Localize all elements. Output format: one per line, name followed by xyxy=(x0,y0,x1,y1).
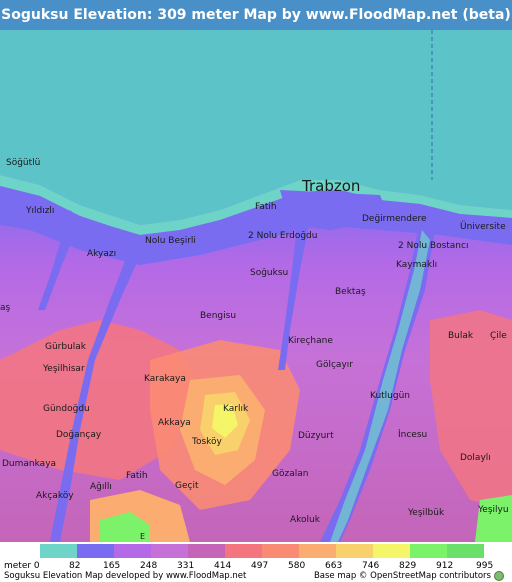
place-label-akcakoy: Akçaköy xyxy=(36,491,74,501)
legend-tick: 82 xyxy=(69,561,81,571)
place-label-gundogdu: Gündoğdu xyxy=(43,404,90,414)
legend-tick: 580 xyxy=(288,561,306,571)
legend-swatch-7 xyxy=(262,544,299,558)
place-label-kirechane: Kireçhane xyxy=(288,336,333,346)
legend-tick: 414 xyxy=(214,561,232,571)
legend-tick: 746 xyxy=(362,561,380,571)
place-label-fatih-south: Fatih xyxy=(126,471,148,481)
place-label-incesu: İncesu xyxy=(398,430,428,440)
place-label-yildizli: Yıldızlı xyxy=(26,206,55,216)
place-label-dumankaya: Dumankaya xyxy=(2,459,57,469)
legend-tick: 912 xyxy=(436,561,454,571)
place-label-bektas: Bektaş xyxy=(335,287,366,297)
southeast-green xyxy=(475,495,512,542)
legend-tick: 497 xyxy=(251,561,269,571)
place-label-degirmendere: Değirmendere xyxy=(362,214,427,224)
legend-swatch-1 xyxy=(40,544,77,558)
place-label-gozalan: Gözalan xyxy=(272,469,309,479)
place-label-trabzon: Trabzon xyxy=(302,177,361,195)
legend-swatch-3 xyxy=(114,544,151,558)
place-label-nolu-besirli: Nolu Beşirli xyxy=(145,236,196,246)
place-label-bengisu: Bengisu xyxy=(200,311,237,321)
place-label-akoluk: Akoluk xyxy=(290,515,320,525)
place-label-nolu-erdogdu: 2 Nolu Erdoğdu xyxy=(248,231,318,241)
legend-swatch-5 xyxy=(188,544,225,558)
legend-swatch-4 xyxy=(151,544,188,558)
legend-tick: 663 xyxy=(325,561,343,571)
map-title: Soguksu Elevation: 309 meter Map by www.… xyxy=(0,0,512,30)
place-label-fatih-north: Fatih xyxy=(255,202,277,212)
place-label-cile: Çile xyxy=(490,331,507,341)
place-label-kaymakli: Kaymaklı xyxy=(396,260,438,270)
place-label-dogancay: Doğançay xyxy=(56,430,102,440)
place-label-as: aş xyxy=(0,303,11,313)
place-label-sogutlu: Söğütlü xyxy=(6,158,41,168)
place-label-kutlugun: Kutlugün xyxy=(370,391,411,401)
place-label-universite: Üniversite xyxy=(460,222,506,232)
elevation-legend: meter 0 82 165 248 331 414 497 580 663 7… xyxy=(0,542,512,582)
place-label-karlik: Karlık xyxy=(223,404,249,414)
footer-credit: Soguksu Elevation Map developed by www.F… xyxy=(4,571,247,581)
legend-tick: 165 xyxy=(103,561,121,571)
footer-osm[interactable]: Base map © OpenStreetMap contributors xyxy=(314,571,504,581)
place-label-golcayir: Gölçayır xyxy=(316,360,353,370)
footer-osm-text: Base map © OpenStreetMap contributors xyxy=(313,571,491,581)
legend-swatch-2 xyxy=(77,544,114,558)
place-label-agilli: Ağıllı xyxy=(90,482,112,492)
legend-swatch-12 xyxy=(447,544,484,558)
place-label-bulak: Bulak xyxy=(448,331,474,341)
place-label-akkaya: Akkaya xyxy=(158,418,191,428)
place-label-toskoy: Tosköy xyxy=(192,437,222,447)
legend-swatch-6 xyxy=(225,544,262,558)
legend-swatch-11 xyxy=(410,544,447,558)
legend-tick: 995 xyxy=(476,561,494,571)
place-label-yesilbuk: Yeşilbük xyxy=(408,508,445,518)
road-label: E xyxy=(140,532,146,541)
place-label-gecit: Geçit xyxy=(175,481,199,491)
legend-tick: 331 xyxy=(177,561,195,571)
place-label-yesilyu: Yeşilyu xyxy=(478,505,509,515)
place-label-gurbulak: Gürbulak xyxy=(45,342,87,352)
place-label-yesilhisar: Yeşilhisar xyxy=(43,364,85,374)
elevation-map-graphic xyxy=(0,30,512,542)
elevation-map[interactable]: Söğütlü Trabzon Fatih Değirmendere Yıldı… xyxy=(0,30,512,542)
legend-tick: 829 xyxy=(399,561,417,571)
legend-unit-label: meter 0 xyxy=(4,561,40,571)
osm-logo-icon xyxy=(494,571,504,581)
legend-swatch-9 xyxy=(336,544,373,558)
place-label-akyazi: Akyazı xyxy=(87,249,117,259)
place-label-duzyurt: Düzyurt xyxy=(298,431,334,441)
place-label-karakaya: Karakaya xyxy=(144,374,186,384)
place-label-soguksu: Soğuksu xyxy=(250,268,289,278)
legend-swatch-8 xyxy=(299,544,336,558)
legend-tick: 248 xyxy=(140,561,158,571)
legend-swatch-10 xyxy=(373,544,410,558)
place-label-nolu-bostanci: 2 Nolu Bostancı xyxy=(398,241,469,251)
place-label-dolayli: Dolaylı xyxy=(460,453,491,463)
